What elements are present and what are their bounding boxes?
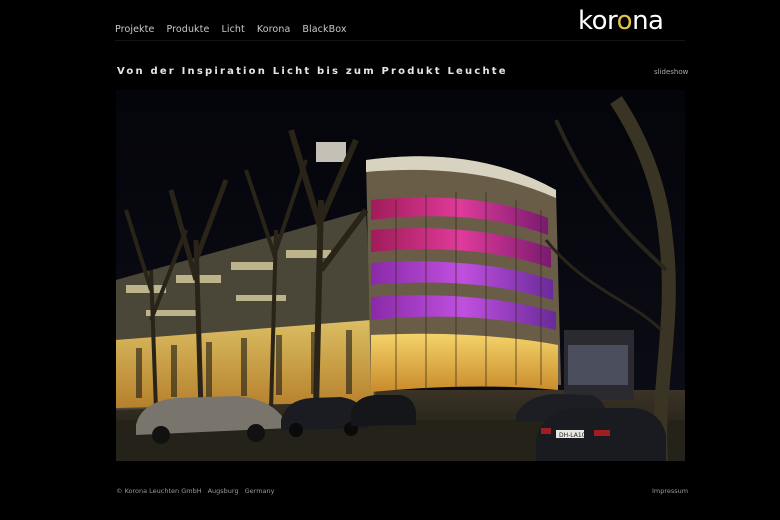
- nav-item-licht[interactable]: Licht: [221, 24, 244, 35]
- footer-country: Germany: [244, 487, 275, 495]
- nav-item-korona[interactable]: Korona: [257, 24, 291, 35]
- nav-item-produkte[interactable]: Produkte: [166, 24, 209, 35]
- logo-text-end: na: [632, 6, 664, 36]
- page-tagline: Von der Inspiration Licht bis zum Produk…: [117, 66, 508, 77]
- korona-logo[interactable]: korona: [578, 6, 664, 36]
- footer-company: © Korona Leuchten GmbH: [116, 487, 202, 495]
- header-divider: [115, 40, 685, 41]
- impressum-link[interactable]: Impressum: [652, 487, 688, 495]
- footer-info: © Korona Leuchten GmbH Augsburg Germany: [116, 487, 275, 495]
- logo-accent-o: o: [616, 6, 633, 36]
- logo-text-start: kor: [578, 6, 617, 36]
- nav-item-projekte[interactable]: Projekte: [115, 24, 154, 35]
- slideshow-link[interactable]: slideshow: [654, 68, 688, 76]
- hero-photo: DH-LA10: [116, 90, 685, 461]
- nav-item-blackbox[interactable]: BlackBox: [302, 24, 346, 35]
- footer-city: Augsburg: [207, 487, 239, 495]
- main-nav: Projekte Produkte Licht Korona BlackBox: [115, 24, 347, 35]
- building-night-image: DH-LA10: [116, 90, 685, 461]
- license-plate-text: DH-LA10: [559, 432, 586, 439]
